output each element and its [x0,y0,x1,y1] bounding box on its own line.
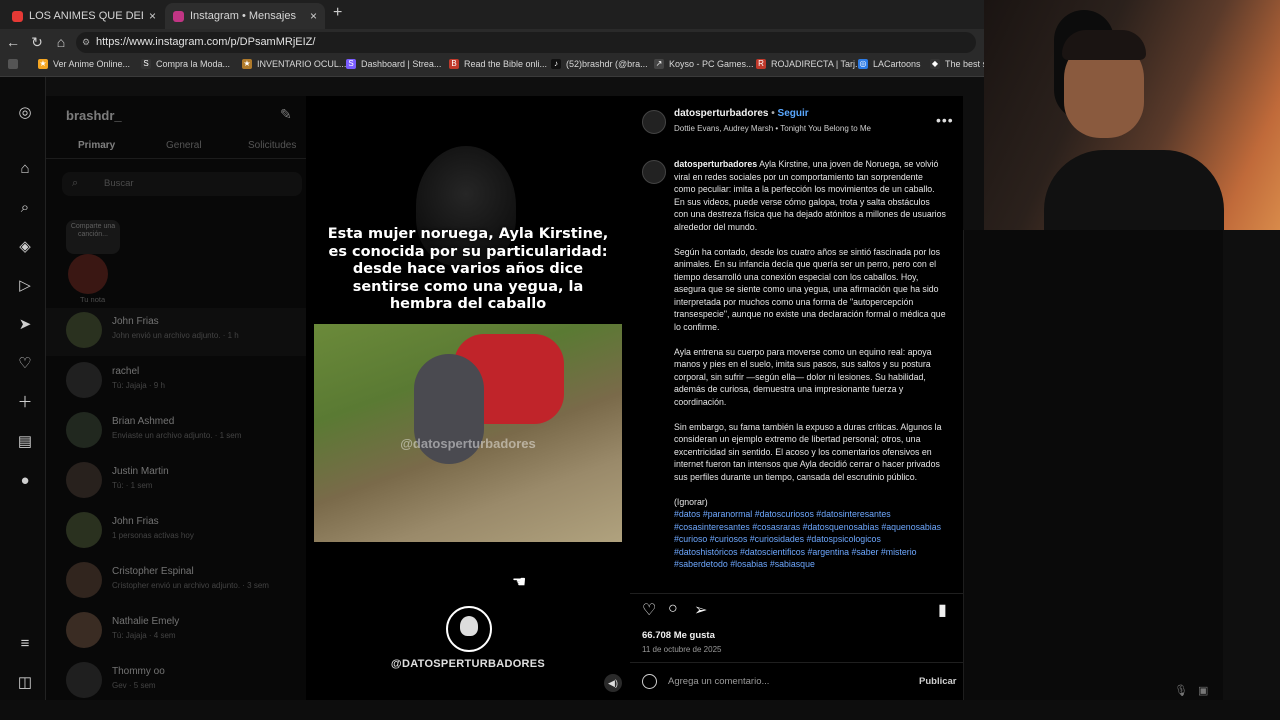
menu-icon[interactable]: ≡ [16,635,34,653]
comment-input[interactable]: Agrega un comentario... [668,676,769,687]
instagram-icon [173,10,184,22]
hand-cursor-icon: ☚ [512,574,527,591]
author-avatar[interactable] [642,110,666,134]
follow-button[interactable]: Seguir [778,108,809,119]
dashboard-icon[interactable]: ▤ [16,433,34,451]
bookmark-item[interactable]: ◎ LACartoons [858,59,921,69]
create-icon[interactable]: ＋ [16,394,34,412]
youtube-icon [12,10,23,22]
post-caption: datosperturbadores Ayla Kirstine, una jo… [674,158,946,593]
bookmark-item[interactable]: ↗ Koyso - PC Games... [654,59,754,69]
ignore-label: (Ignorar) [674,496,708,507]
tab-title: Instagram • Mensajes [190,10,296,22]
more-options-icon[interactable]: ••• [936,112,954,128]
caption-paragraph: Ayla Kirstine, una joven de Noruega, se … [674,159,946,232]
site-info-icon[interactable]: ⚙ [82,32,90,53]
address-bar: ← ↻ ⌂ ⚙ https://www.instagram.com/p/DPsa… [0,29,985,56]
caption-paragraph: Ayla entrena su cuerpo para moverse como… [674,346,932,407]
bookmark-item[interactable]: ♪ (52)brashdr (@bra... [551,59,648,69]
comment-icon[interactable]: ○ [668,600,678,618]
meta-icon[interactable]: ◫ [16,674,34,692]
messages-icon[interactable]: ➤ [16,316,34,334]
home-icon[interactable]: ⌂ [52,33,70,51]
notifications-icon[interactable]: ♡ [16,355,34,373]
author-name[interactable]: datosperturbadores [674,108,768,119]
video-clip: @datosperturbadores [314,324,622,542]
post-details: datosperturbadores • Seguir Dottie Evans… [630,96,963,700]
bookmarks-bar: ★ Ver Anime Online... S Compra la Moda... … [0,56,990,77]
tab-title: LOS ANIMES QUE DEBES VER EN 2 [29,10,143,22]
video-watermark: @datosperturbadores [400,436,536,451]
share-icon[interactable]: ➢ [694,600,707,620]
webcam-overlay [984,0,1280,230]
instagram-nav: ◎ ⌂ ⌕ ◈ ▷ ➤ ♡ ＋ ▤ ● ≡ ◫ [0,77,46,720]
publish-button[interactable]: Publicar [919,676,957,687]
url-text: https://www.instagram.com/p/DPsamMRjEIZ/ [96,36,316,48]
post-author: datosperturbadores • Seguir [674,108,809,119]
post-video[interactable]: Esta mujer noruega, Ayla Kirstine, es co… [306,96,630,700]
like-count[interactable]: 66.708 Me gusta [642,630,715,641]
bookmark-item[interactable]: B Read the Bible onli... [449,59,547,69]
back-icon[interactable]: ← [4,33,22,51]
explore-icon[interactable]: ◈ [16,238,34,256]
caption-paragraph: Sin embargo, su fama también la expuso a… [674,421,942,482]
save-icon[interactable]: ▮ [938,600,947,620]
close-icon[interactable]: × [149,9,156,23]
post-date: 11 de octubre de 2025 [642,645,722,654]
video-handle: @DATOSPERTURBADORES [390,658,546,670]
bookmarks-menu-icon[interactable] [8,59,23,69]
bookmark-item[interactable]: R ROJADIRECTA | Tarj... [756,59,863,69]
taskbar [0,700,1280,720]
url-field[interactable]: ⚙ https://www.instagram.com/p/DPsamMRjEI… [76,32,976,53]
hair [1062,30,1146,60]
close-icon[interactable]: × [310,9,317,23]
caption-paragraph: Según ha contado, desde los cuatro años … [674,246,946,332]
video-caption: Esta mujer noruega, Ayla Kirstine, es co… [327,226,609,312]
reload-icon[interactable]: ↻ [28,33,46,51]
tab-bar: LOS ANIMES QUE DEBES VER EN 2 × Instagra… [0,0,985,29]
bookmark-item[interactable]: ★ Ver Anime Online... [38,59,130,69]
bookmark-item[interactable]: S Dashboard | Strea... [346,59,441,69]
mute-icon[interactable]: ◀) [604,674,622,692]
image-icon[interactable]: ▣ [1198,684,1208,697]
author-avatar[interactable] [642,160,666,184]
tab-instagram[interactable]: Instagram • Mensajes × [165,3,325,29]
new-tab-button[interactable]: + [333,4,342,22]
microphone-icon[interactable]: 🎙 [1174,684,1188,697]
shirt [1044,150,1224,230]
bookmark-item[interactable]: ★ INVENTARIO OCUL... [242,59,346,69]
bookmark-item[interactable]: ◆ The best st [930,59,990,69]
channel-logo [446,606,492,652]
song-info[interactable]: Dottie Evans, Audrey Marsh • Tonight You… [674,124,871,133]
instagram-logo-icon[interactable]: ◎ [16,104,34,122]
emoji-icon[interactable] [642,674,657,689]
profile-icon[interactable]: ● [16,472,34,490]
hashtags[interactable]: #datos #paranormal #datoscuriosos #datos… [674,508,946,571]
like-icon[interactable]: ♡ [642,600,656,620]
tab-anime[interactable]: LOS ANIMES QUE DEBES VER EN 2 × [4,3,164,29]
home-icon[interactable]: ⌂ [16,160,34,178]
chat-pane: 🎙 ▣ [963,230,1223,700]
caption-author[interactable]: datosperturbadores [674,159,757,169]
search-icon[interactable]: ⌕ [16,199,34,217]
bookmark-item[interactable]: S Compra la Moda... [141,59,230,69]
reels-icon[interactable]: ▷ [16,277,34,295]
